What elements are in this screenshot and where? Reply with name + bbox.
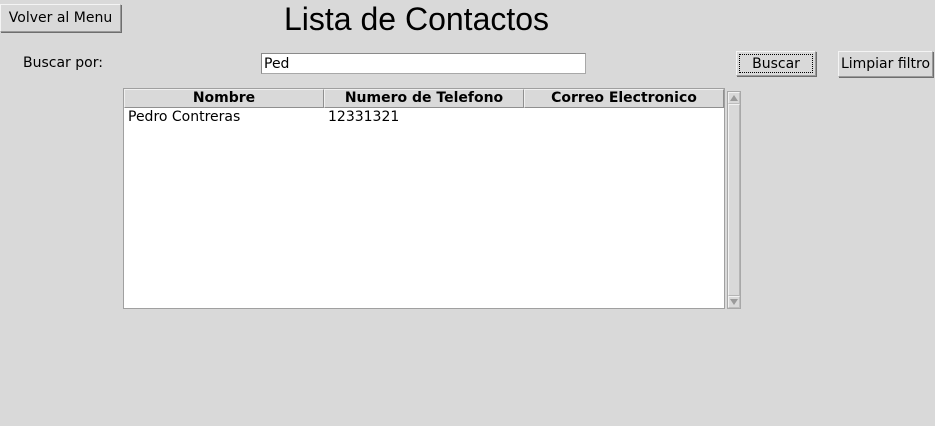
column-header-correo[interactable]: Correo Electronico <box>524 89 724 108</box>
column-header-telefono[interactable]: Numero de Telefono <box>324 89 524 108</box>
scroll-up-arrow-icon[interactable] <box>728 92 740 104</box>
search-button-label: Buscar <box>752 55 800 72</box>
contacts-table[interactable]: Nombre Numero de Telefono Correo Electro… <box>123 88 725 309</box>
clear-filter-button[interactable]: Limpiar filtro <box>838 51 933 77</box>
cell-correo <box>524 108 724 127</box>
table-row[interactable]: Pedro Contreras 12331321 <box>124 108 724 127</box>
search-input[interactable] <box>261 53 586 74</box>
column-header-nombre[interactable]: Nombre <box>124 89 324 108</box>
table-scrollbar[interactable] <box>727 91 741 309</box>
cell-telefono: 12331321 <box>328 109 400 125</box>
scroll-thumb[interactable] <box>728 104 740 296</box>
cell-nombre: Pedro Contreras <box>128 109 241 125</box>
search-button[interactable]: Buscar <box>736 51 816 76</box>
page-title: Lista de Contactos <box>284 1 550 37</box>
back-to-menu-button[interactable]: Volver al Menu <box>0 4 121 32</box>
table-header: Nombre Numero de Telefono Correo Electro… <box>124 89 724 108</box>
search-label: Buscar por: <box>23 55 103 71</box>
scroll-down-arrow-icon[interactable] <box>728 296 740 308</box>
